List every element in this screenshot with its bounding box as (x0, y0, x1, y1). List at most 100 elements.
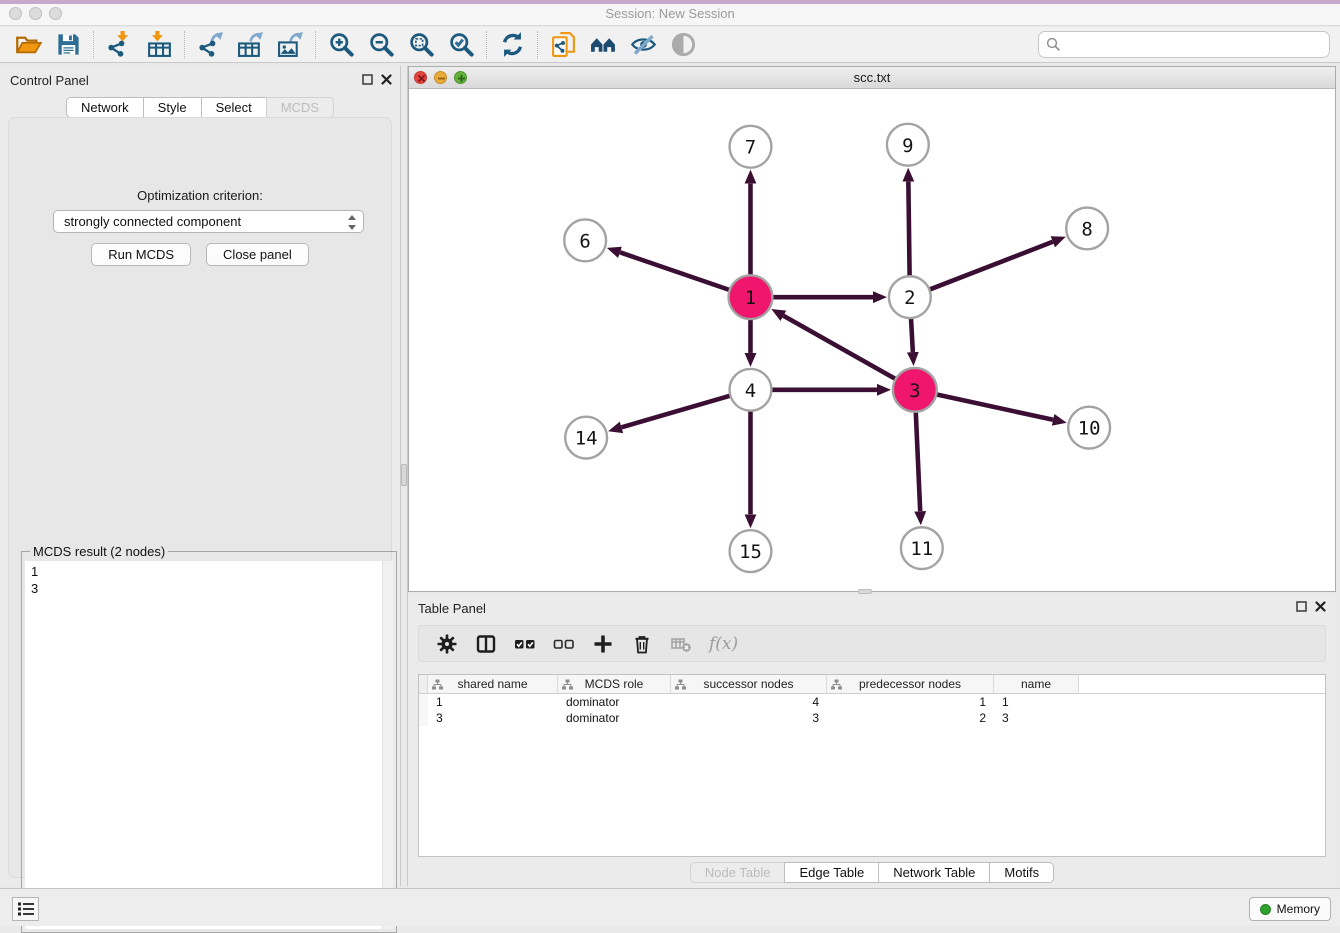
import-network-button[interactable] (99, 29, 139, 61)
table-panel: Table Panel (408, 595, 1336, 888)
vertical-splitter[interactable] (400, 66, 408, 886)
graph-edge-1-6[interactable] (620, 252, 733, 291)
memory-button[interactable]: Memory (1249, 897, 1331, 921)
table-mode-gear-button[interactable] (436, 633, 458, 655)
graph-edge-2-9[interactable] (908, 182, 909, 280)
first-neighbors-button[interactable] (583, 29, 623, 61)
zoom-fit-button[interactable] (401, 29, 441, 61)
tab-network-table[interactable]: Network Table (878, 862, 990, 883)
search-input[interactable] (1038, 31, 1330, 58)
toolbar-separator (486, 31, 487, 59)
float-panel-icon[interactable] (362, 74, 373, 85)
deselect-all-button[interactable] (553, 633, 575, 655)
show-columns-button[interactable] (475, 633, 497, 655)
apply-layout-button[interactable] (492, 29, 532, 61)
graph-edge-4-14[interactable] (621, 395, 733, 428)
graph-node-label-7: 7 (745, 137, 756, 159)
graph-edge-3-11[interactable] (916, 409, 921, 512)
close-table-panel-icon[interactable] (1315, 601, 1326, 612)
zoom-out-button[interactable] (361, 29, 401, 61)
tab-select[interactable]: Select (201, 97, 267, 118)
table-toolbar: f(x) (418, 625, 1326, 662)
window-title: Session: New Session (0, 6, 1340, 21)
graph-edge-2-8[interactable] (927, 242, 1053, 291)
export-table-button[interactable] (230, 29, 270, 61)
optimization-criterion-label: Optimization criterion: (9, 188, 391, 203)
eye-slash-icon (630, 31, 657, 58)
export-image-button[interactable] (270, 29, 310, 61)
list-icon (17, 901, 35, 917)
mcds-result-box: MCDS result (2 nodes) 1 3 (21, 551, 397, 933)
cell-successor-nodes: 3 (671, 710, 827, 726)
column-header-name[interactable]: name (994, 675, 1079, 693)
column-header-shared-name[interactable]: shared name (428, 675, 558, 693)
mcds-result-text[interactable]: 1 3 (25, 561, 381, 929)
delete-columns-button[interactable] (631, 633, 653, 655)
column-header-predecessor-nodes[interactable]: predecessor nodes (827, 675, 994, 693)
criterion-value: strongly connected component (64, 214, 241, 229)
zoom-in-button[interactable] (321, 29, 361, 61)
control-panel-title: Control Panel (10, 73, 89, 88)
hide-selected-button[interactable] (623, 29, 663, 61)
network-canvas[interactable]: 7968124314101511 (409, 89, 1335, 591)
application-window: Session: New Session (0, 0, 1340, 926)
open-session-button[interactable] (8, 29, 48, 61)
refresh-icon (499, 31, 526, 58)
row-gutter (419, 694, 428, 710)
column-header-mcds-role[interactable]: MCDS role (558, 675, 671, 693)
criterion-select[interactable]: strongly connected component (53, 210, 364, 233)
save-session-button[interactable] (48, 29, 88, 61)
tab-style[interactable]: Style (143, 97, 202, 118)
eye-disabled-icon (670, 31, 697, 58)
delete-table-button[interactable] (670, 633, 692, 655)
close-panel-icon[interactable] (381, 74, 392, 85)
tab-node-table[interactable]: Node Table (690, 862, 786, 883)
control-panel: Control Panel Network Style Select MCDS … (0, 66, 400, 886)
tab-mcds[interactable]: MCDS (266, 97, 334, 118)
export-network-button[interactable] (190, 29, 230, 61)
cell-mcds-role: dominator (558, 710, 671, 726)
table-row-2[interactable]: 3dominator323 (419, 710, 1325, 726)
trash-icon (632, 634, 652, 654)
cell-shared-name: 3 (428, 710, 558, 726)
horizontal-splitter-grip[interactable] (858, 589, 872, 594)
open-folder-icon (15, 31, 42, 58)
graph-edge-2-3[interactable] (911, 315, 913, 352)
result-scrollbar[interactable] (382, 561, 393, 929)
import-table-icon (146, 31, 173, 58)
toolbar-separator (315, 31, 316, 59)
graph-node-label-9: 9 (902, 135, 913, 157)
task-history-button[interactable] (12, 897, 39, 921)
close-panel-button[interactable]: Close panel (206, 243, 309, 266)
zoom-selected-icon (448, 31, 475, 58)
add-column-button[interactable] (592, 633, 614, 655)
column-header-successor-nodes[interactable]: successor nodes (671, 675, 827, 693)
select-all-icon (514, 634, 536, 654)
cell-shared-name: 1 (428, 694, 558, 710)
show-all-button[interactable] (663, 29, 703, 61)
run-mcds-button[interactable]: Run MCDS (91, 243, 191, 266)
tab-edge-table[interactable]: Edge Table (784, 862, 879, 883)
export-image-icon (277, 31, 304, 58)
column-header-label: predecessor nodes (859, 677, 961, 691)
network-window-titlebar[interactable]: scc.txt (409, 67, 1335, 89)
table-corner-gutter (419, 675, 428, 693)
select-all-button[interactable] (514, 633, 536, 655)
splitter-grip[interactable] (401, 464, 407, 486)
table-row-1[interactable]: 1dominator411 (419, 694, 1325, 710)
graph-edge-3-1[interactable] (783, 316, 898, 381)
zoom-selected-button[interactable] (441, 29, 481, 61)
table-body: 1dominator4113dominator323 (419, 694, 1325, 726)
select-stepper-icon (347, 214, 357, 231)
network-graph[interactable]: 7968124314101511 (409, 89, 1335, 591)
function-builder-button[interactable]: f(x) (709, 633, 738, 655)
clone-network-icon (550, 31, 577, 58)
column-type-icon (675, 679, 686, 690)
float-table-panel-icon[interactable] (1296, 601, 1307, 612)
import-table-button[interactable] (139, 29, 179, 61)
control-panel-tabset: Network Style Select MCDS (66, 97, 334, 118)
tab-network[interactable]: Network (66, 97, 144, 118)
new-network-from-selection-button[interactable] (543, 29, 583, 61)
graph-edge-3-10[interactable] (933, 394, 1053, 420)
tab-motifs[interactable]: Motifs (989, 862, 1054, 883)
